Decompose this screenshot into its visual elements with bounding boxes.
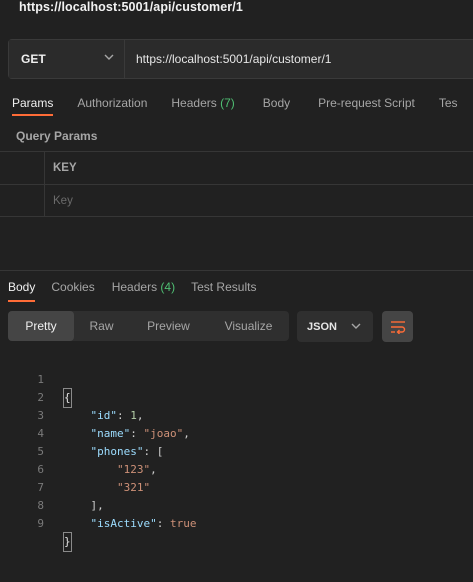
table-row: Key	[0, 184, 473, 217]
url-bar: GET https://localhost:5001/api/customer/…	[8, 39, 473, 79]
query-params-title: Query Params	[16, 129, 98, 143]
line-number: 9	[37, 517, 44, 530]
code-line: 2 "id": 1,	[0, 371, 473, 422]
tab-tests[interactable]: Tes	[439, 88, 458, 118]
response-tabs: Body Cookies Headers (4) Test Results	[0, 271, 473, 303]
chevron-down-icon	[104, 54, 114, 60]
tab-pre-request-script[interactable]: Pre-request Script	[318, 88, 415, 118]
format-label: JSON	[307, 320, 337, 333]
code-line: 8 "isActive": true	[0, 479, 473, 530]
url-input[interactable]: https://localhost:5001/api/customer/1	[125, 40, 473, 78]
row-checkbox-cell	[0, 185, 45, 216]
query-params-table: KEY Key	[0, 151, 473, 217]
code-line: 5 "123",	[0, 425, 473, 476]
view-raw-button[interactable]: Raw	[74, 311, 129, 341]
code-line: 4 "phones": [	[0, 407, 473, 458]
response-body-editor[interactable]: 1 { 2 "id": 1, 3 "name": "joao", 4 "phon…	[0, 353, 473, 552]
tab-headers[interactable]: Headers (7)	[171, 88, 234, 118]
response-headers-count: (4)	[160, 280, 176, 294]
request-tabs: Params Authorization Headers (7) Body Pr…	[0, 88, 473, 118]
code-line: 3 "name": "joao",	[0, 389, 473, 440]
tab-body[interactable]: Body	[263, 88, 290, 118]
tab-response-cookies[interactable]: Cookies	[51, 271, 94, 303]
json-key: "isActive"	[90, 517, 157, 530]
close-brace: }	[63, 532, 72, 552]
code-line: 9 }	[0, 497, 473, 552]
view-pretty-button[interactable]: Pretty	[8, 311, 74, 341]
tab-response-body[interactable]: Body	[8, 271, 36, 303]
code-line: 6 "321"	[0, 443, 473, 494]
table-header-row: KEY	[0, 151, 473, 184]
tab-authorization[interactable]: Authorization	[77, 88, 147, 118]
key-column-header: KEY	[53, 162, 77, 174]
headers-count: (7)	[220, 96, 235, 110]
format-select[interactable]: JSON	[297, 311, 373, 342]
tab-response-headers[interactable]: Headers (4)	[112, 271, 175, 303]
code-line: 7 ],	[0, 461, 473, 512]
method-label: GET	[21, 52, 46, 66]
tab-params[interactable]: Params	[12, 88, 54, 118]
method-select[interactable]: GET	[9, 40, 125, 78]
key-input[interactable]: Key	[45, 185, 473, 216]
chevron-down-icon	[351, 323, 361, 329]
json-value: true	[169, 517, 197, 530]
tab-test-results[interactable]: Test Results	[191, 271, 256, 303]
view-preview-button[interactable]: Preview	[129, 311, 208, 341]
wrap-lines-button[interactable]	[382, 311, 413, 342]
request-title: https://localhost:5001/api/customer/1	[19, 0, 243, 14]
wrap-lines-icon	[390, 320, 405, 334]
view-visualize-button[interactable]: Visualize	[208, 311, 289, 341]
code-line: 1 {	[0, 353, 473, 408]
view-mode-group: Pretty Raw Preview Visualize	[8, 311, 289, 341]
